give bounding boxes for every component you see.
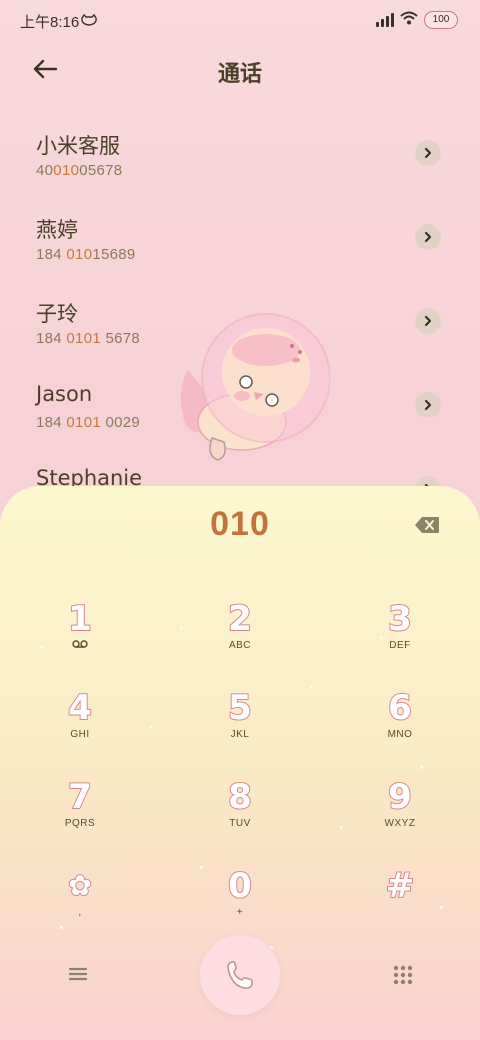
key-7[interactable]: 7 PQRS: [25, 777, 135, 858]
status-bar: 上午8:16 100: [0, 0, 480, 42]
key-digit: 5: [227, 688, 253, 728]
key-letters: ABC: [228, 640, 252, 651]
signal-icon: [376, 12, 394, 27]
dialed-number-display[interactable]: 010: [0, 505, 480, 544]
key-star[interactable]: ✿ ,: [25, 867, 135, 947]
key-letters: DEF: [389, 640, 411, 651]
contact-row[interactable]: 小米客服 4001005678: [0, 130, 480, 214]
key-hash[interactable]: #: [345, 866, 455, 947]
call-button[interactable]: [200, 935, 280, 1015]
chevron-right-icon[interactable]: [415, 392, 441, 418]
menu-button[interactable]: [66, 964, 90, 984]
key-letters: +: [236, 907, 244, 918]
key-letters: PQRS: [64, 818, 96, 829]
key-2[interactable]: 2 ABC: [185, 599, 295, 680]
key-letters: GHI: [70, 729, 90, 740]
key-digit: 3: [387, 599, 413, 639]
key-digit: 4: [67, 688, 93, 728]
contact-number: 184 0101 5678: [36, 330, 141, 347]
contact-name: 小米客服: [36, 134, 120, 158]
chevron-right-icon[interactable]: [415, 308, 441, 334]
hamburger-icon: [68, 967, 88, 981]
battery-icon: 100: [424, 10, 458, 29]
key-letters: ,: [78, 907, 82, 918]
key-digit: 0: [227, 866, 253, 906]
chevron-right-icon[interactable]: [415, 140, 441, 166]
voicemail-icon: [25, 640, 135, 651]
key-letters: WXYZ: [384, 818, 416, 829]
backspace-button[interactable]: [414, 515, 440, 535]
key-1[interactable]: 1: [25, 599, 135, 680]
key-3[interactable]: 3 DEF: [345, 599, 455, 680]
key-letters: JKL: [230, 729, 250, 740]
chevron-right-icon[interactable]: [415, 224, 441, 250]
key-digit: 6: [387, 688, 413, 728]
contact-row[interactable]: 燕婷 184 01015689: [0, 214, 480, 298]
contact-name: Jason: [36, 382, 93, 406]
key-digit: 1: [67, 599, 93, 639]
key-4[interactable]: 4 GHI: [25, 688, 135, 769]
contact-number: 4001005678: [36, 162, 123, 179]
contact-number: 184 01015689: [36, 246, 136, 263]
key-digit: 2: [227, 599, 253, 639]
key-digit: 8: [227, 777, 253, 817]
key-digit: 7: [67, 777, 93, 817]
key-digit: #: [385, 866, 416, 906]
hamster-astronaut-sticker: [170, 310, 331, 470]
backspace-icon: [415, 517, 439, 533]
contact-name: 子玲: [36, 302, 78, 326]
cat-face-icon: [80, 12, 98, 26]
wifi-icon: [400, 10, 418, 29]
dialpad-toggle-button[interactable]: [392, 964, 414, 986]
contact-name: 燕婷: [36, 218, 78, 242]
key-9[interactable]: 9 WXYZ: [345, 777, 455, 858]
key-6[interactable]: 6 MNO: [345, 688, 455, 769]
contact-number: 184 0101 0029: [36, 414, 141, 431]
key-digit: 9: [387, 777, 413, 817]
phone-icon: [227, 961, 253, 989]
status-time: 上午8:16: [20, 14, 80, 31]
flower-icon: ✿: [67, 868, 92, 903]
status-icons: 100: [376, 10, 458, 29]
key-letters: TUV: [229, 818, 251, 829]
dialpad-grid-icon: [393, 965, 413, 985]
key-letters: MNO: [387, 729, 413, 740]
page-title: 通话: [217, 62, 262, 87]
key-5[interactable]: 5 JKL: [185, 688, 295, 769]
key-8[interactable]: 8 TUV: [185, 777, 295, 858]
